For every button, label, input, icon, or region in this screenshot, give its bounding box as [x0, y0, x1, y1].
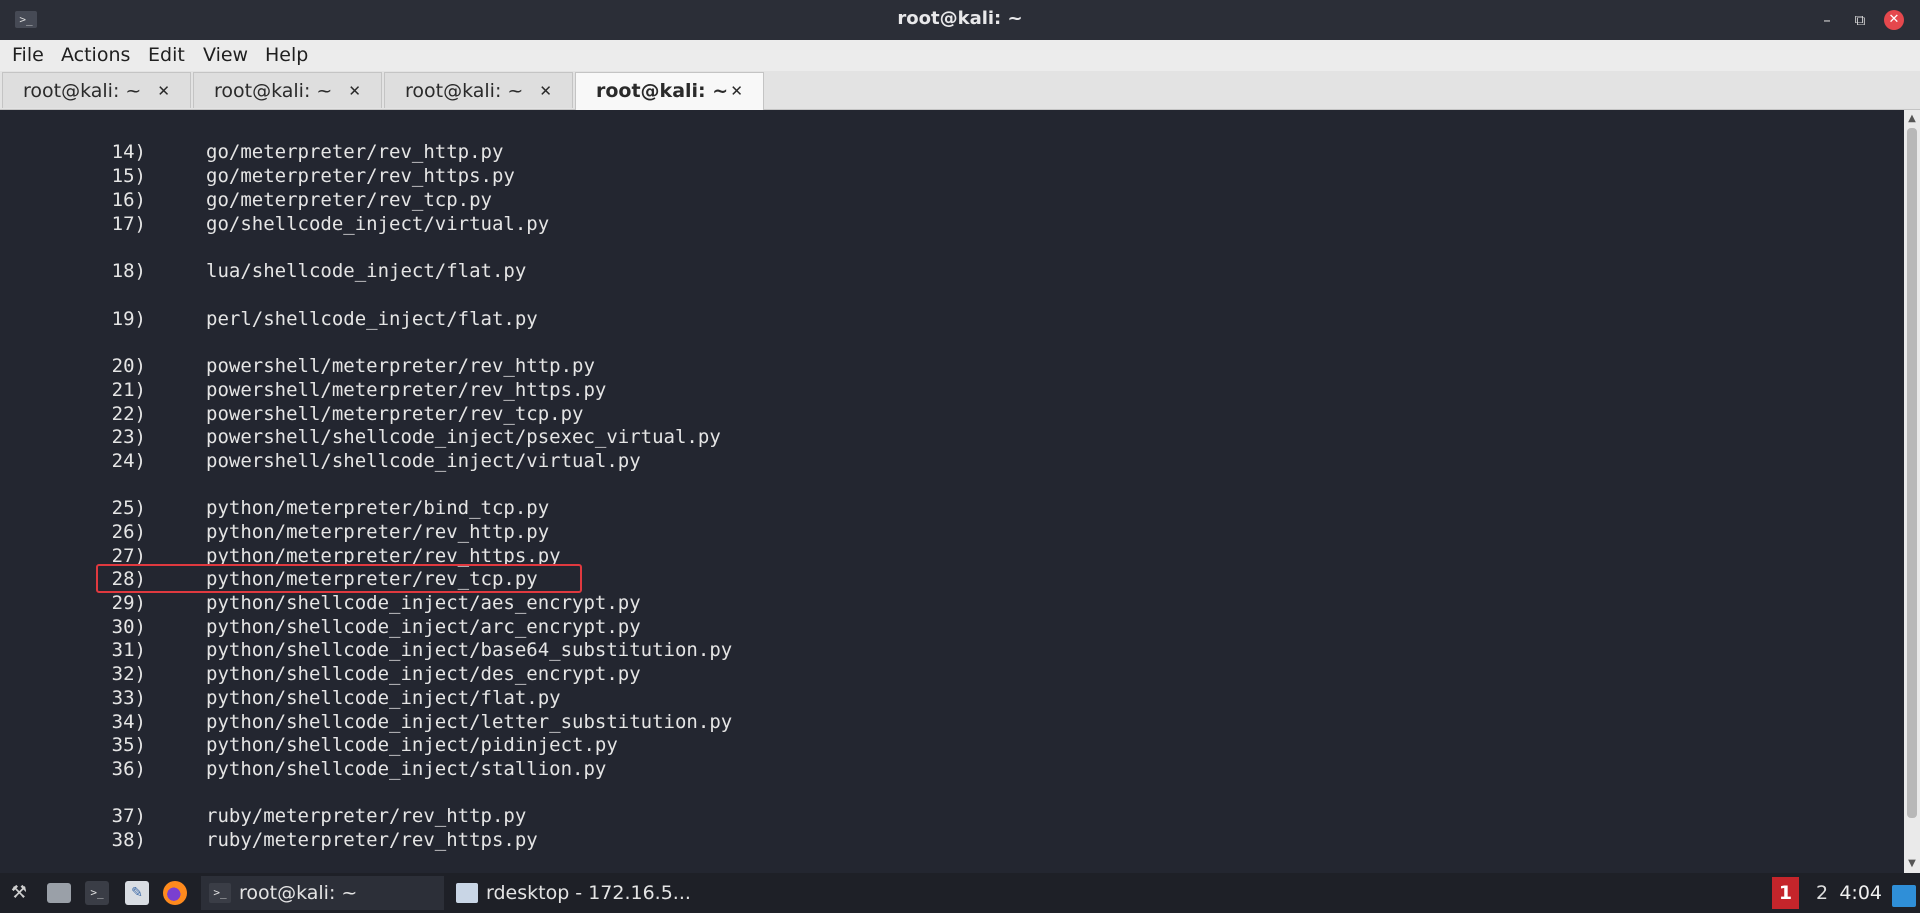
clock[interactable]: 4:04 [1838, 877, 1882, 909]
item-number: 24) [111, 450, 146, 472]
workspace-2-button[interactable]: 2 [1812, 877, 1832, 909]
item-number: 37) [111, 805, 146, 827]
payload-path: python/shellcode_inject/pidinject.py [206, 734, 618, 756]
payload-path: python/shellcode_inject/arc_encrypt.py [206, 616, 641, 638]
payload-path: go/meterpreter/rev_tcp.py [206, 189, 492, 211]
payload-path: perl/shellcode_inject/flat.py [206, 308, 538, 330]
maximize-button[interactable]: ⧉ [1849, 9, 1871, 31]
payload-path: python/shellcode_inject/aes_encrypt.py [206, 592, 641, 614]
item-number: 20) [111, 355, 146, 377]
payload-path: powershell/shellcode_inject/psexec_virtu… [206, 426, 721, 448]
item-number: 25) [111, 497, 146, 519]
item-number: 21) [111, 379, 146, 401]
payload-path: python/shellcode_inject/letter_substitut… [206, 711, 733, 733]
payload-path: python/shellcode_inject/stallion.py [206, 758, 607, 780]
menu-help[interactable]: Help [265, 40, 308, 71]
menu-edit[interactable]: Edit [148, 40, 185, 71]
item-number: 15) [111, 165, 146, 187]
payload-path: lua/shellcode_inject/flat.py [206, 260, 527, 282]
tab-label: root@kali: ~ [596, 80, 729, 102]
item-number: 35) [111, 734, 146, 756]
tab-close-icon[interactable]: ✕ [157, 73, 170, 109]
item-number: 34) [111, 711, 146, 733]
payload-path: powershell/meterpreter/rev_https.py [206, 379, 607, 401]
payload-path: go/shellcode_inject/virtual.py [206, 213, 550, 235]
minimize-button[interactable]: – [1816, 9, 1838, 31]
title-bar: >_ root@kali: ~ – ⧉ ✕ [0, 0, 1920, 40]
payload-path: python/shellcode_inject/base64_substitut… [206, 639, 733, 661]
scrollbar-thumb[interactable] [1907, 128, 1917, 818]
window-title: root@kali: ~ [897, 8, 1023, 29]
kali-menu-icon[interactable]: ⚒ [7, 881, 31, 905]
tab-3[interactable]: root@kali: ~ ✕ [384, 72, 573, 108]
item-number: 19) [111, 308, 146, 330]
workspace-1-button[interactable]: 1 [1772, 877, 1799, 909]
item-number: 32) [111, 663, 146, 685]
menu-actions[interactable]: Actions [61, 40, 130, 71]
item-number: 22) [111, 403, 146, 425]
vertical-scrollbar[interactable]: ▲ ▼ [1904, 110, 1920, 873]
terminal-icon[interactable]: >_ [85, 881, 109, 905]
item-number: 18) [111, 260, 146, 282]
terminal-output[interactable]: 14) go/meterpreter/rev_http.py 15) go/mete… [0, 110, 1904, 873]
item-number: 23) [111, 426, 146, 448]
payload-path: go/meterpreter/rev_https.py [206, 165, 515, 187]
tab-close-icon[interactable]: ✕ [730, 73, 743, 109]
task-label: root@kali: ~ [239, 882, 358, 904]
item-number: 33) [111, 687, 146, 709]
payload-path: python/shellcode_inject/flat.py [206, 687, 561, 709]
payload-path: powershell/meterpreter/rev_http.py [206, 355, 595, 377]
close-button[interactable]: ✕ [1884, 10, 1904, 30]
highlight-box [96, 564, 582, 593]
item-number: 29) [111, 592, 146, 614]
item-number: 17) [111, 213, 146, 235]
tab-close-icon[interactable]: ✕ [539, 73, 552, 109]
task-rdesktop[interactable]: rdesktop - 172.16.5... [448, 876, 708, 910]
item-number: 31) [111, 639, 146, 661]
show-desktop-icon[interactable] [1892, 885, 1916, 907]
payload-path: python/meterpreter/bind_tcp.py [206, 497, 550, 519]
menu-bar: File Actions Edit View Help [0, 40, 1920, 72]
task-terminal[interactable]: >_ root@kali: ~ [201, 876, 444, 910]
item-number: 14) [111, 141, 146, 163]
terminal-icon: >_ [209, 883, 231, 903]
payload-path: go/meterpreter/rev_http.py [206, 141, 504, 163]
task-label: rdesktop - 172.16.5... [486, 882, 691, 904]
tab-1[interactable]: root@kali: ~ ✕ [2, 72, 191, 108]
item-number: 16) [111, 189, 146, 211]
item-number: 36) [111, 758, 146, 780]
tab-label: root@kali: ~ [23, 80, 142, 102]
tab-bar: root@kali: ~ ✕ root@kali: ~ ✕ root@kali:… [0, 71, 1920, 110]
item-number: 30) [111, 616, 146, 638]
payload-path: powershell/shellcode_inject/virtual.py [206, 450, 641, 472]
item-number: 26) [111, 521, 146, 543]
file-manager-icon[interactable] [47, 883, 71, 903]
tab-label: root@kali: ~ [214, 80, 333, 102]
firefox-icon[interactable] [163, 881, 187, 905]
scroll-up-icon[interactable]: ▲ [1904, 112, 1920, 126]
scroll-down-icon[interactable]: ▼ [1904, 857, 1920, 871]
tab-2[interactable]: root@kali: ~ ✕ [193, 72, 382, 108]
menu-file[interactable]: File [12, 40, 44, 71]
text-editor-icon[interactable]: ✎ [125, 881, 149, 905]
tab-close-icon[interactable]: ✕ [348, 73, 361, 109]
tab-4-active[interactable]: root@kali: ~ ✕ [575, 72, 764, 110]
payload-path: ruby/meterpreter/rev_https.py [206, 829, 538, 851]
payload-path: ruby/meterpreter/rev_http.py [206, 805, 527, 827]
item-number: 38) [111, 829, 146, 851]
payload-path: python/shellcode_inject/des_encrypt.py [206, 663, 641, 685]
payload-path: python/meterpreter/rev_http.py [206, 521, 550, 543]
menu-view[interactable]: View [203, 40, 248, 71]
payload-path: powershell/meterpreter/rev_tcp.py [206, 403, 584, 425]
taskbar: ⚒ >_ ✎ >_ root@kali: ~ rdesktop - 172.16… [0, 873, 1920, 913]
rdesktop-icon [456, 883, 478, 903]
tab-label: root@kali: ~ [405, 80, 524, 102]
